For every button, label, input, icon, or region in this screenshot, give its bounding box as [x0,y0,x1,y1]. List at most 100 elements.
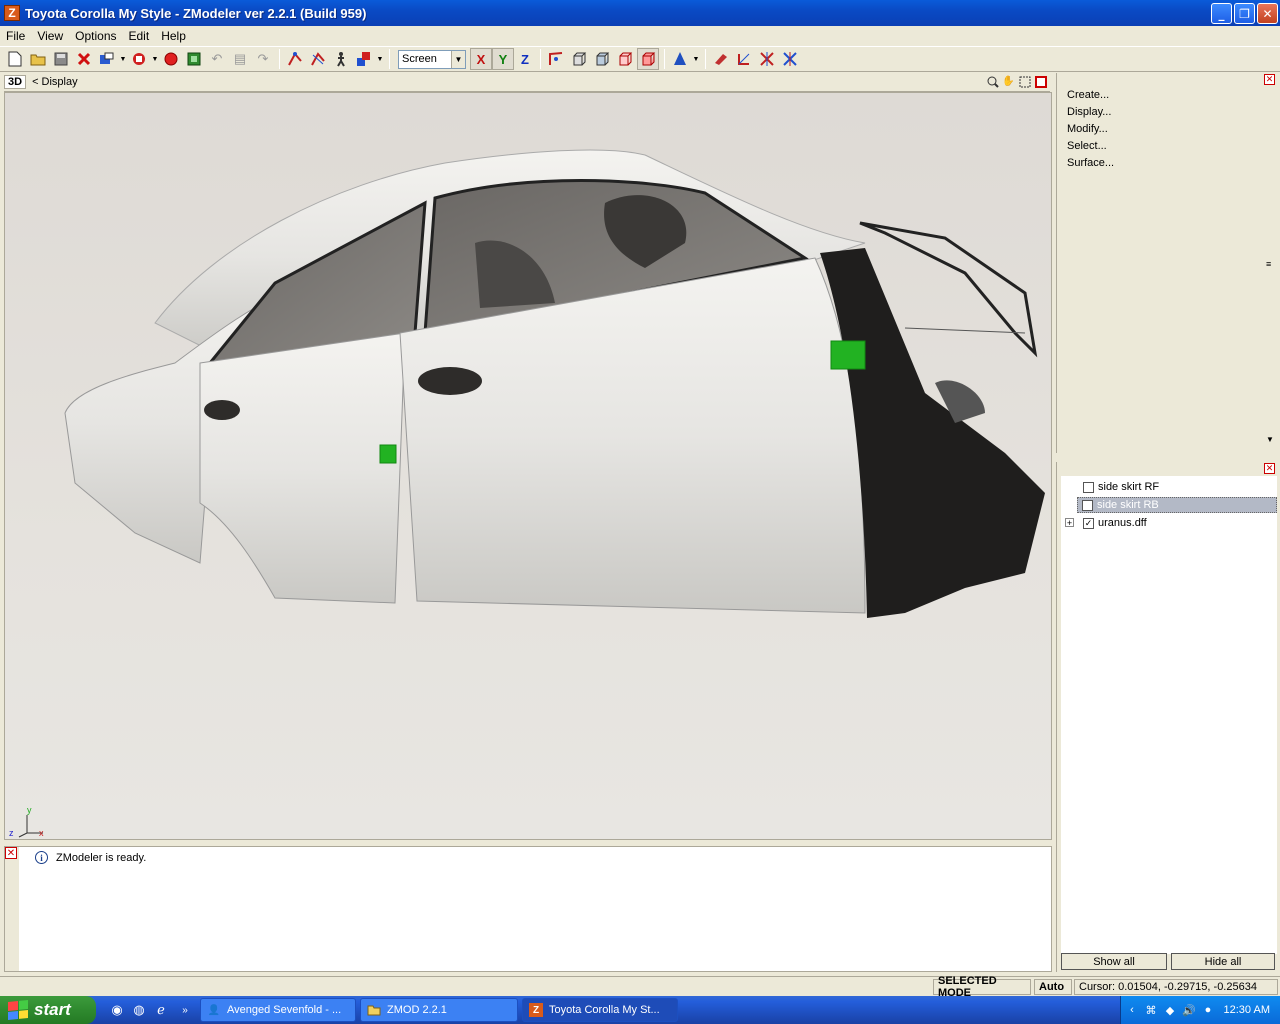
command-panel-scrollbar[interactable]: ≡ ▼ [1266,73,1276,451]
zmodeler-app-icon[interactable]: Z [4,5,20,21]
render-icon[interactable] [183,48,205,70]
axis-y-toggle[interactable]: Y [492,48,514,70]
axis-scale-icon[interactable] [756,48,778,70]
system-tray: ‹ ⌘ ◆ 🔊 ● 12:30 AM [1120,996,1280,1024]
task-zmodeler-window[interactable]: Z Toyota Corolla My St... [522,998,678,1022]
axis-x-toggle[interactable]: X [470,48,492,70]
cone-icon[interactable] [669,48,691,70]
select-edge-icon[interactable] [307,48,329,70]
folder-icon [367,1003,381,1017]
fit-icon[interactable] [1017,74,1032,89]
internet-explorer-icon[interactable]: ℯ [152,1001,170,1019]
axis-move-icon[interactable] [733,48,755,70]
clipboard-icon[interactable]: ▤ [229,48,251,70]
log-panel: ✕ i ZModeler is ready. [4,846,1052,972]
network-icon[interactable]: ⌘ [1143,1002,1159,1018]
taskbar: start ◉ ◍ ℯ » 👤 Avenged Sevenfold - ... … [0,996,1280,1024]
browser-icon[interactable]: ◍ [130,1001,148,1019]
shield-icon[interactable]: ◆ [1162,1002,1178,1018]
minimize-button[interactable]: _ [1211,3,1232,24]
save-icon[interactable] [50,48,72,70]
windows-flag-icon [8,999,28,1021]
command-create[interactable]: Create... [1067,89,1109,101]
menu-bar: File View Options Edit Help [0,26,1280,46]
visibility-checkbox[interactable] [1082,499,1093,511]
command-display[interactable]: Display... [1067,106,1111,118]
viewport-display-label[interactable]: < Display [32,76,78,88]
group-select-icon[interactable] [353,48,375,70]
tree-item-uranus-dff[interactable]: ✓ uranus.dff [1079,515,1147,531]
title-bar: Z Toyota Corolla My Style - ZModeler ver… [0,0,1280,26]
axis-z-label: z [9,828,14,838]
new-file-icon[interactable] [4,48,26,70]
undo-icon[interactable]: ↶ [206,48,228,70]
volume-icon[interactable]: 🔊 [1181,1002,1197,1018]
coordinate-space-select[interactable]: Screen ▼ [398,49,466,69]
start-label: start [34,1000,71,1019]
close-button[interactable]: ✕ [1257,3,1278,24]
record-icon[interactable] [160,48,182,70]
menu-help[interactable]: Help [155,29,192,43]
clock[interactable]: 12:30 AM [1224,1004,1270,1016]
box-mode-icon[interactable] [614,48,636,70]
3d-viewport[interactable]: y x z [4,92,1052,840]
zoom-icon[interactable] [985,74,1000,89]
dropdown-arrow-icon[interactable]: ▼ [692,48,700,70]
face-mode-icon[interactable] [568,48,590,70]
maximize-button[interactable]: ❐ [1234,3,1255,24]
visibility-checkbox-checked[interactable]: ✓ [1083,517,1094,529]
viewport-close-icon[interactable] [1033,74,1048,89]
scroll-down-icon[interactable]: ▼ [1266,435,1274,444]
axis-rotate-icon[interactable] [779,48,801,70]
menu-edit[interactable]: Edit [123,29,156,43]
viewport-mode-label[interactable]: 3D [4,75,27,89]
close-icon[interactable]: ✕ [1264,463,1275,474]
vertex-mode-icon[interactable] [545,48,567,70]
dropdown-arrow-icon[interactable]: ▼ [119,48,127,70]
task-zmod-folder[interactable]: ZMOD 2.2.1 [360,998,518,1022]
menu-view[interactable]: View [31,29,69,43]
open-folder-icon[interactable] [27,48,49,70]
chevron-down-icon[interactable]: ▼ [451,50,465,68]
status-bar: SELECTED MODE Auto Cursor: 0.01504, -0.2… [0,975,1280,999]
car-model-render [18,149,1045,838]
task-avenged-sevenfold[interactable]: 👤 Avenged Sevenfold - ... [200,998,356,1022]
paint-icon[interactable] [710,48,732,70]
select-vertex-icon[interactable] [284,48,306,70]
dropdown-arrow-icon[interactable]: ▼ [376,48,384,70]
command-modify[interactable]: Modify... [1067,123,1108,135]
object-mode-icon[interactable] [591,48,613,70]
selection-mode-status[interactable]: SELECTED MODE [933,975,1031,999]
axis-z-toggle[interactable]: Z [514,48,536,70]
command-select[interactable]: Select... [1067,140,1107,152]
axis-x-label: x [39,828,44,838]
start-button[interactable]: start [0,996,96,1024]
command-surface[interactable]: Surface... [1067,157,1114,169]
hide-all-button[interactable]: Hide all [1171,953,1275,970]
tree-item-side-skirt-rb[interactable]: side skirt RB [1077,497,1277,513]
log-close-icon[interactable]: ✕ [5,847,17,859]
import-icon[interactable] [96,48,118,70]
menu-file[interactable]: File [0,29,31,43]
show-all-button[interactable]: Show all [1061,953,1167,970]
pan-icon[interactable]: ✋ [1001,74,1016,89]
snap-mode-status[interactable]: Auto [1034,979,1072,995]
tree-item-side-skirt-rf[interactable]: side skirt RF [1079,479,1159,495]
visibility-checkbox[interactable] [1083,481,1094,493]
object-tree: side skirt RF side skirt RB + ✓ uranus.d… [1061,476,1277,954]
media-player-icon[interactable]: ◉ [108,1001,126,1019]
walk-icon[interactable] [330,48,352,70]
expand-plus-icon[interactable]: + [1065,518,1074,528]
dropdown-arrow-icon[interactable]: ▼ [151,48,159,70]
solid-mode-icon[interactable] [637,48,659,70]
toolbar-separator [389,49,390,69]
delete-icon[interactable] [73,48,95,70]
quicklaunch-more-icon[interactable]: » [176,1001,194,1019]
menu-options[interactable]: Options [69,29,122,43]
export-icon[interactable] [128,48,150,70]
antivirus-icon[interactable]: ● [1200,1002,1216,1018]
redo-icon[interactable]: ↷ [252,48,274,70]
scroll-grip-icon[interactable]: ≡ [1266,259,1271,269]
tray-expand-icon[interactable]: ‹ [1124,1002,1140,1018]
toolbar-separator [540,49,541,69]
